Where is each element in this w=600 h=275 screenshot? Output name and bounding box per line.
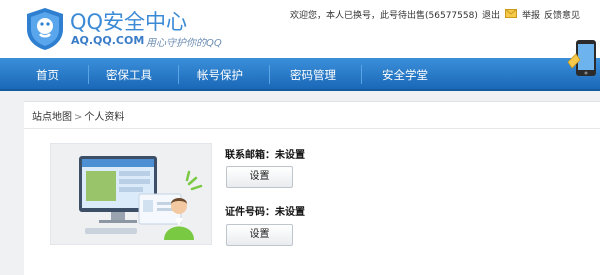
set-id-button[interactable]: 设置 bbox=[226, 224, 293, 246]
site-url[interactable]: AQ.QQ.COM bbox=[71, 34, 144, 47]
phone-icon[interactable] bbox=[566, 38, 600, 86]
content-panel: 站点地图 > 个人资料 联系邮箱：未设置 设置 证件号码：未设置 设置 bbox=[24, 101, 600, 275]
main-nav: 首页 密保工具 帐号保护 密码管理 安全学堂 bbox=[0, 58, 600, 91]
nav-item-security-school[interactable]: 安全学堂 bbox=[382, 67, 428, 83]
email-status-label: 联系邮箱：未设置 bbox=[225, 150, 305, 161]
nav-item-password-management[interactable]: 密码管理 bbox=[290, 67, 336, 83]
breadcrumb: 站点地图 > 个人资料 bbox=[32, 108, 124, 123]
feedback-link[interactable]: 反馈意见 bbox=[544, 8, 580, 21]
site-title[interactable]: QQ安全中心 bbox=[70, 6, 187, 36]
nav-separator bbox=[88, 65, 89, 84]
id-status-label: 证件号码：未设置 bbox=[225, 207, 305, 218]
computer-user-illustration bbox=[79, 156, 203, 240]
breadcrumb-home[interactable]: 站点地图 bbox=[32, 112, 72, 123]
nav-separator bbox=[178, 65, 179, 84]
mail-icon[interactable] bbox=[505, 9, 517, 18]
nav-item-account-protection[interactable]: 帐号保护 bbox=[197, 67, 243, 83]
breadcrumb-current: 个人资料 bbox=[84, 112, 125, 123]
nav-separator bbox=[269, 65, 270, 84]
site-slogan: 用心守护你的QQ bbox=[146, 38, 222, 49]
set-email-button[interactable]: 设置 bbox=[226, 166, 293, 188]
header: QQ安全中心 AQ.QQ.COM 用心守护你的QQ 欢迎您，本人已换号，此号待出… bbox=[0, 0, 600, 58]
breadcrumb-separator: > bbox=[74, 112, 83, 123]
divider bbox=[24, 128, 600, 129]
logout-link[interactable]: 退出 bbox=[482, 8, 500, 21]
nav-item-security-tools[interactable]: 密保工具 bbox=[106, 67, 152, 83]
report-link[interactable]: 举报 bbox=[522, 8, 540, 21]
welcome-text: 欢迎您，本人已换号，此号待出售(56577558) bbox=[290, 11, 478, 21]
nav-separator bbox=[361, 65, 362, 84]
profile-illustration bbox=[50, 143, 212, 245]
shield-logo-icon bbox=[27, 8, 63, 50]
nav-item-home[interactable]: 首页 bbox=[36, 67, 59, 83]
